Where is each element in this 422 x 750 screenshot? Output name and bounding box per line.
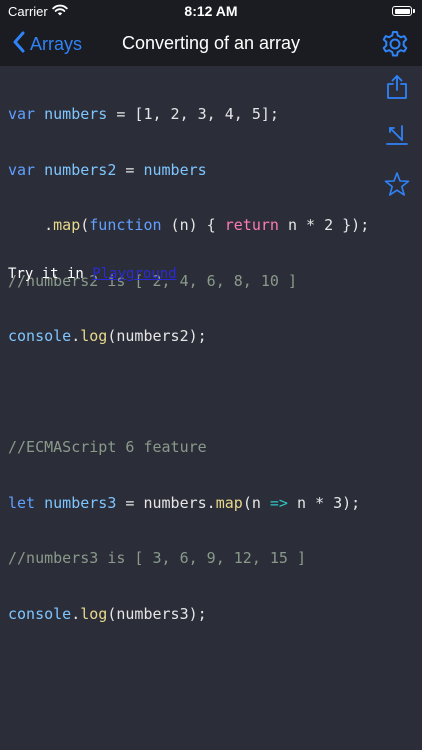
try-it-prefix: Try it in [8, 266, 93, 282]
code-token: * [315, 493, 325, 512]
try-it-line: Try it in Playground [8, 266, 177, 282]
code-token: n [287, 493, 316, 512]
gear-icon[interactable] [380, 29, 410, 59]
code-line: .map(function (n) { return n * 2 }); [8, 216, 372, 235]
code-token: . [71, 604, 81, 623]
code-token: (numbers2); [107, 327, 207, 345]
code-token: console [8, 604, 72, 623]
code-token: return [224, 216, 279, 234]
code-line: let numbers3 = numbers.map(n => n * 3); [8, 494, 372, 513]
code-token: 2 }); [315, 216, 370, 234]
code-token: numbers3 [35, 493, 126, 512]
code-token: * [306, 216, 316, 234]
code-token: (numbers3); [107, 604, 207, 623]
code-token: 3); [324, 493, 361, 512]
code-token: (n [242, 493, 270, 512]
code-token: var [8, 105, 36, 123]
code-token: [1, 2, 3, 4, 5]; [125, 105, 279, 123]
code-comment: //ECMAScript 6 feature [8, 438, 207, 456]
code-token: ( [80, 216, 90, 234]
navigation-bar: Arrays Converting of an array [0, 22, 422, 66]
code-listing: var numbers = [1, 2, 3, 4, 5]; var numbe… [8, 68, 372, 642]
code-token: numbers2 [35, 160, 126, 179]
code-token: => [269, 493, 288, 512]
status-bar: Carrier 8:12 AM [0, 0, 422, 22]
code-token: numbers [35, 105, 117, 123]
page-title: Converting of an array [121, 33, 301, 53]
code-token: map [53, 216, 81, 234]
status-time: 8:12 AM [184, 3, 238, 19]
edit-icon[interactable] [384, 122, 410, 148]
playground-link[interactable]: Playground [92, 266, 176, 282]
code-token: log [80, 327, 108, 345]
code-token: numbers [134, 160, 207, 179]
code-comment: //numbers3 is [ 3, 6, 9, 12, 15 ] [8, 549, 307, 567]
code-token: map [215, 493, 243, 512]
code-token: n [278, 216, 307, 234]
code-token: console [8, 327, 72, 345]
share-icon[interactable] [384, 74, 410, 100]
code-token: let [8, 493, 36, 512]
code-token: (n) { [161, 216, 225, 234]
code-line: console.log(numbers2); [8, 327, 372, 346]
code-token: log [80, 604, 108, 623]
code-line: console.log(numbers3); [8, 605, 372, 624]
code-token: var [8, 160, 36, 179]
star-icon[interactable] [384, 171, 410, 197]
code-line: var numbers = [1, 2, 3, 4, 5]; [8, 105, 372, 124]
battery-icon [392, 6, 415, 16]
code-line: var numbers2 = numbers [8, 161, 372, 180]
code-token: . [8, 216, 54, 234]
code-token: numbers. [134, 493, 216, 512]
code-token: . [71, 327, 81, 345]
code-token: function [89, 216, 162, 234]
